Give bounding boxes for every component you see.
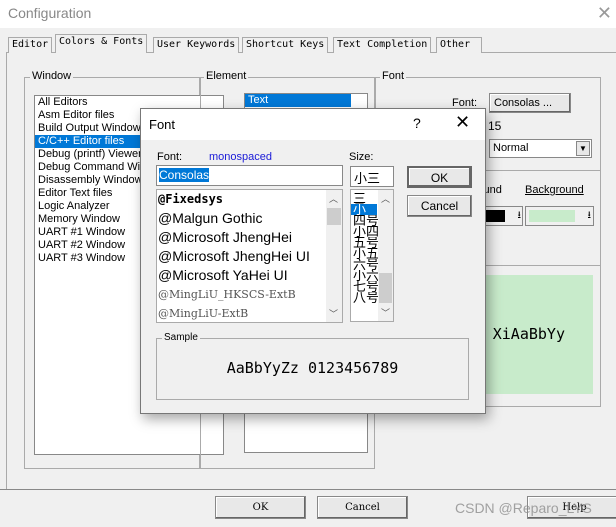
list-item[interactable]: @Microsoft JhengHei UI [157,247,342,266]
close-icon[interactable]: ✕ [455,112,470,133]
font-size-value: 15 [488,119,502,133]
divider [0,489,616,490]
ok-button[interactable]: OK [215,496,306,519]
font-name-input[interactable]: Consolas [156,165,343,186]
size-list[interactable]: 三号 小三 四号 小四 五号 小五 六号 小六 七号 八号 ︿ ﹀ [350,189,394,322]
window-title: Configuration [8,5,92,21]
font-dialog-title: Font [149,117,176,132]
watermark: CSDN @Reparo_LYS [455,500,592,516]
close-icon[interactable]: ✕ [597,3,612,24]
preview-text: XiAaBbYy [492,325,565,343]
list-item[interactable]: @MingLiU-ExtB [157,304,342,322]
chevron-up-icon[interactable]: ︿ [381,192,390,205]
font-group-label: Font [380,70,407,82]
font-dialog: Font ? ✕ Font: monospaced Consolas @Fixe… [140,108,486,414]
font-name-label: Font: [157,151,183,163]
font-ok-button[interactable]: OK [407,166,472,188]
title-bar: Configuration ✕ [0,0,616,28]
background-label: Background [525,184,584,196]
tab-text-completion[interactable]: Text Completion [333,37,432,53]
cancel-button[interactable]: Cancel [317,496,408,519]
tab-editor[interactable]: Editor [8,37,53,53]
tab-other[interactable]: Other [436,37,482,53]
font-style-value: Normal [493,142,529,154]
font-list-scrollbar[interactable]: ︿ ﹀ [326,190,342,322]
window-group-label: Window [30,70,74,82]
font-type-label: monospaced [209,151,272,163]
arrow-down-icon[interactable]: ⭳ [588,208,592,225]
tab-shortcut-keys[interactable]: Shortcut Keys [242,37,329,53]
font-name-list[interactable]: @Fixedsys @Malgun Gothic @Microsoft Jhen… [156,189,343,323]
font-style-select[interactable]: Normal ▼ [489,139,592,158]
element-group-label: Element [204,70,249,82]
list-item[interactable]: 小三 [351,204,377,215]
list-item[interactable]: @Microsoft YaHei UI [157,266,342,285]
sample-text: AaBbYyZz 0123456789 [226,359,399,377]
chevron-up-icon[interactable]: ︿ [329,192,338,205]
list-item[interactable]: @Microsoft JhengHei [157,228,342,247]
background-color-picker[interactable]: ⭳ [525,206,594,226]
list-item[interactable]: @Malgun Gothic [157,209,342,228]
chevron-down-icon[interactable]: ﹀ [381,306,390,319]
chevron-down-icon[interactable]: ▼ [576,141,590,156]
sample-label: Sample [162,332,200,343]
font-dialog-title-bar: Font ? ✕ [141,109,485,140]
tab-user-keywords[interactable]: User Keywords [153,37,240,53]
chevron-down-icon[interactable]: ﹀ [329,307,338,320]
list-item[interactable]: 三号 [351,193,377,204]
font-cancel-button[interactable]: Cancel [407,195,472,217]
background-swatch [529,210,575,222]
scroll-thumb[interactable] [327,208,341,225]
font-select-button[interactable]: Consolas ... [489,93,571,113]
size-input[interactable]: 小三 [350,166,394,187]
list-item[interactable]: Text [245,94,351,107]
arrow-down-icon[interactable]: ⭳ [518,208,522,225]
size-label: Size: [349,151,374,163]
tab-colors-fonts[interactable]: Colors & Fonts [55,34,148,53]
help-icon[interactable]: ? [413,115,421,131]
list-item[interactable]: @Fixedsys [157,190,342,209]
scroll-thumb[interactable] [379,273,392,303]
size-list-scrollbar[interactable]: ︿ ﹀ [378,190,393,321]
font-name-value: Consolas [159,168,210,182]
list-item[interactable]: @MingLiU_HKSCS-ExtB [157,285,342,304]
